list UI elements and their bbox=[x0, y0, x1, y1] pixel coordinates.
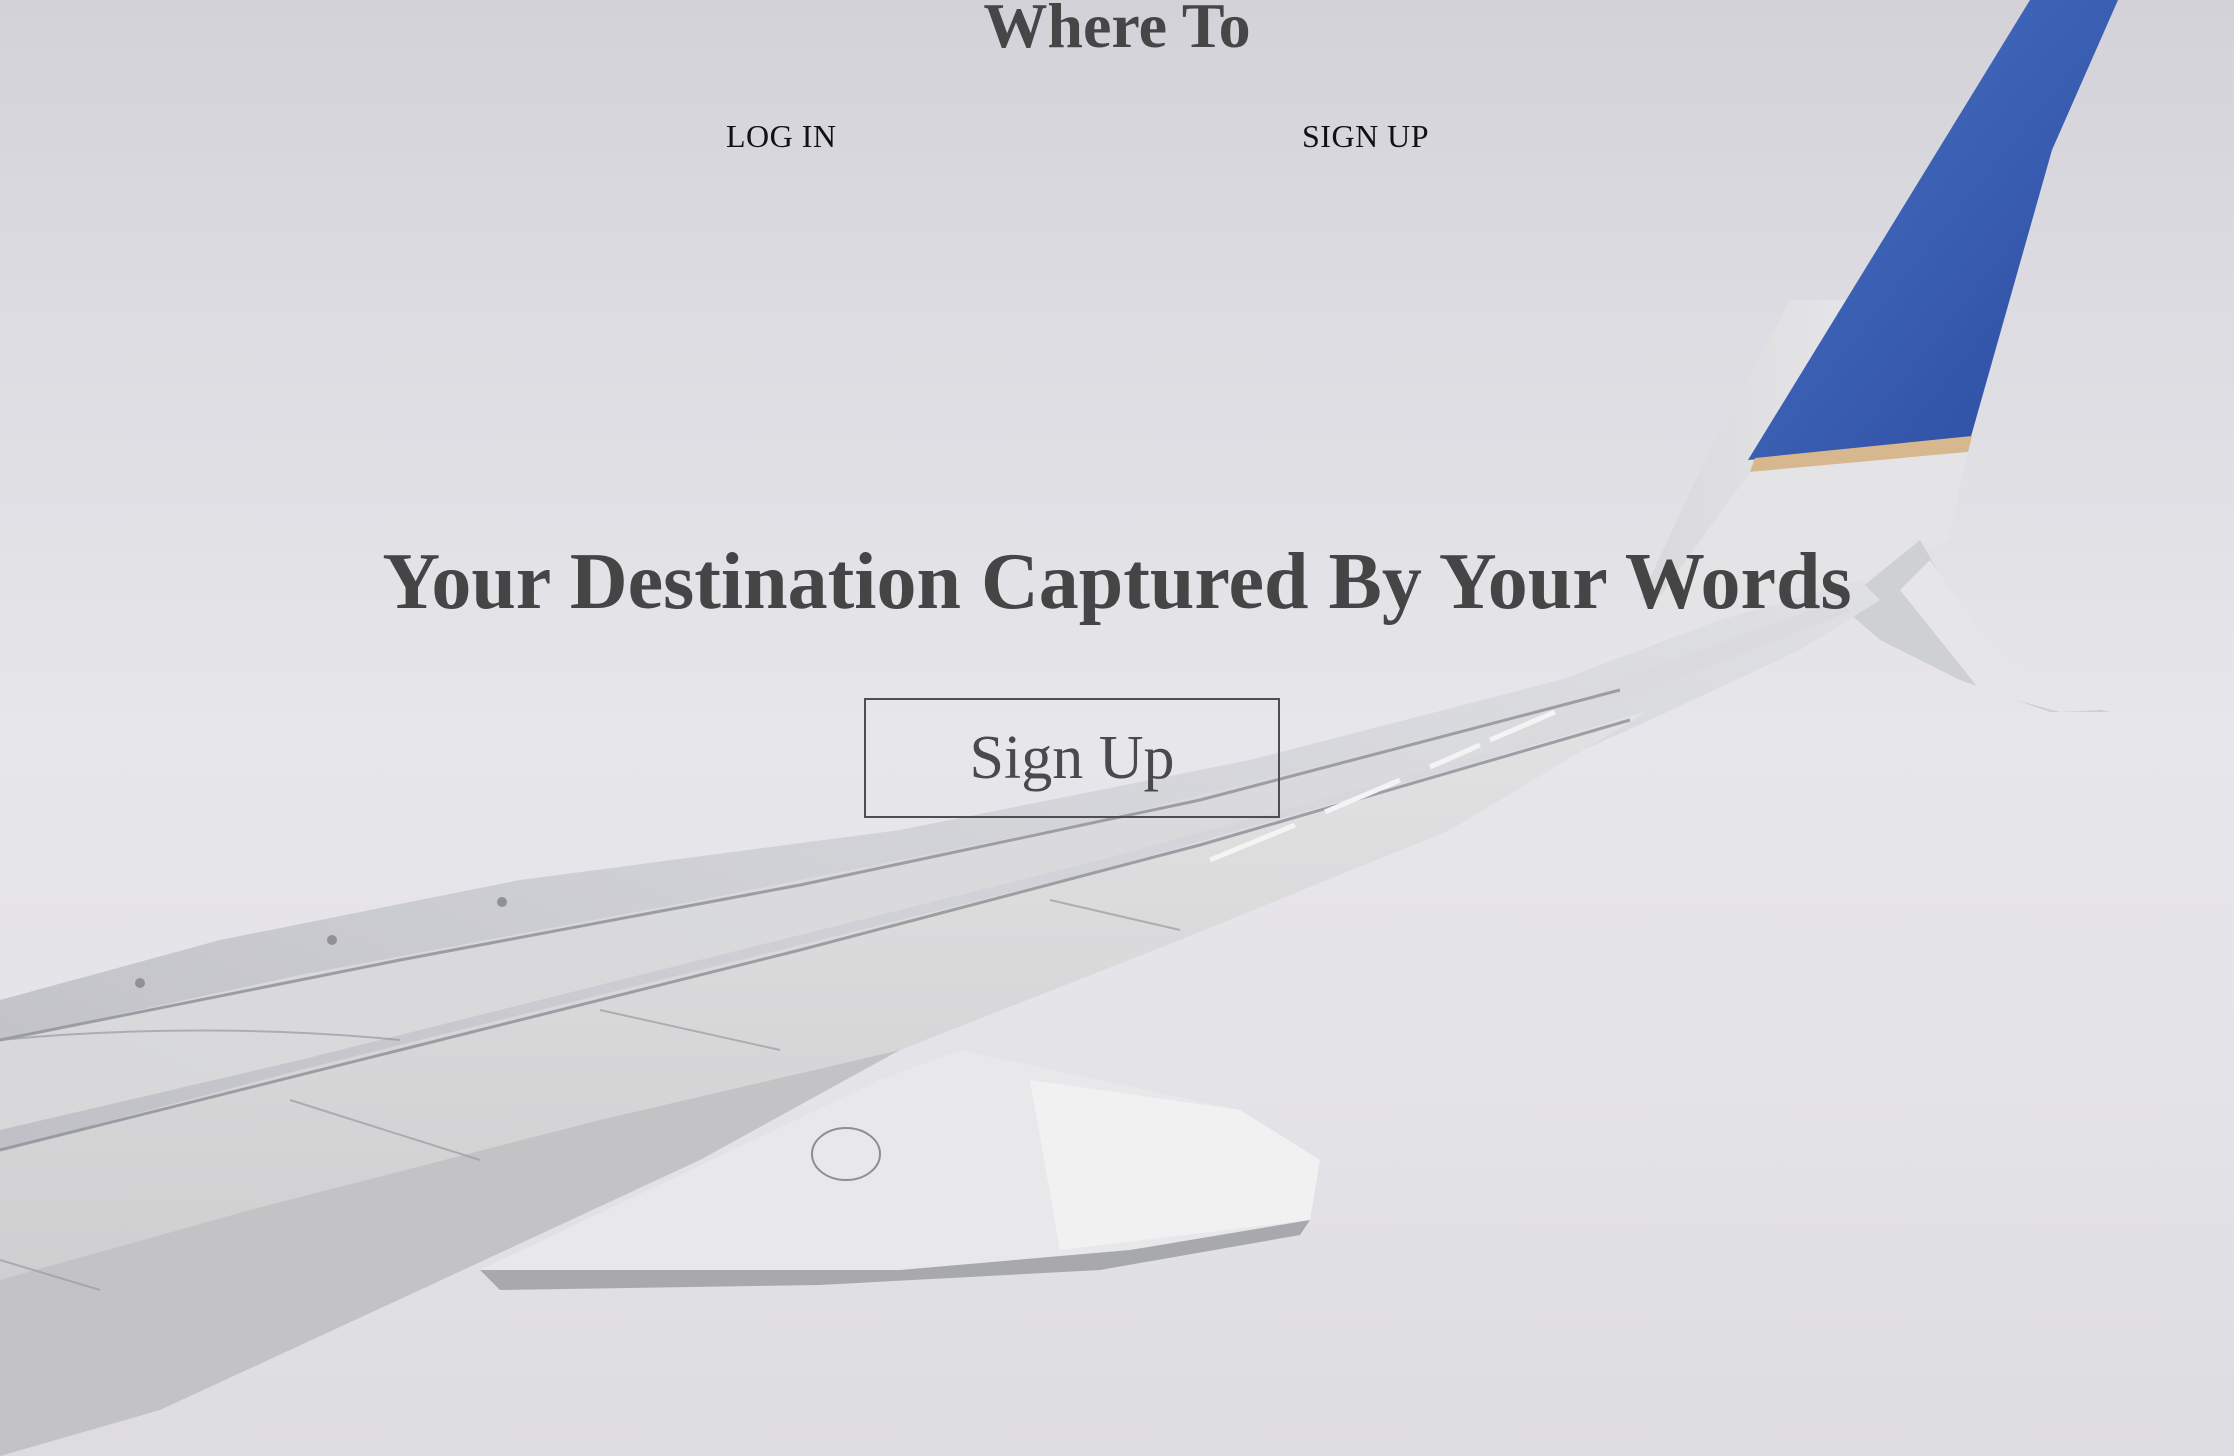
signup-button[interactable]: Sign Up bbox=[864, 698, 1280, 818]
site-title: Where To bbox=[983, 0, 1251, 61]
nav-login-link[interactable]: LOG IN bbox=[726, 118, 837, 155]
nav-signup-link[interactable]: SIGN UP bbox=[1302, 118, 1429, 155]
hero-headline: Your Destination Captured By Your Words bbox=[382, 538, 1852, 626]
